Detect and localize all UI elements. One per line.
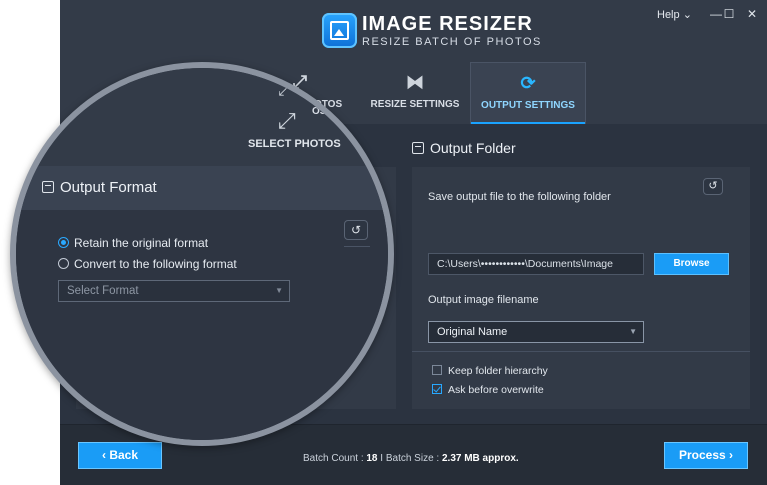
close-button[interactable]: ✕ bbox=[744, 6, 760, 22]
tab-label: OUTPUT SETTINGS bbox=[481, 100, 575, 111]
folder-export-icon bbox=[412, 142, 424, 154]
magnified-tab-select-photos[interactable]: SELECT PHOTOS bbox=[248, 138, 341, 150]
expand-arrows-icon: ⤢ bbox=[278, 108, 296, 133]
checkbox-icon bbox=[432, 365, 442, 375]
magnified-tab-fragment: OS bbox=[312, 106, 327, 117]
back-button[interactable]: ‹ Back bbox=[78, 442, 162, 469]
help-menu[interactable]: Help ⌄ bbox=[657, 8, 692, 21]
filename-value: Original Name bbox=[437, 326, 508, 338]
dropdown-caret-icon: ▼ bbox=[275, 286, 283, 295]
output-path-input[interactable]: C:\Users\••••••••••••\Documents\Image bbox=[428, 253, 644, 275]
convert-format-radio[interactable]: Convert to the following format bbox=[58, 257, 237, 271]
reset-icon: ↺ bbox=[708, 180, 718, 192]
output-folder-title: Output Folder bbox=[430, 140, 516, 156]
divider bbox=[344, 246, 370, 247]
folder-reset-button[interactable]: ↺ bbox=[703, 178, 723, 195]
save-folder-label: Save output file to the following folder bbox=[428, 191, 611, 203]
output-folder-panel: ↺ Save output file to the following fold… bbox=[412, 167, 750, 409]
checkbox-label: Keep folder hierarchy bbox=[448, 365, 548, 377]
format-select-placeholder: Select Format bbox=[67, 285, 139, 297]
radio-label: Convert to the following format bbox=[74, 257, 237, 271]
radio-label: Retain the original format bbox=[74, 236, 209, 250]
magnified-header bbox=[16, 68, 388, 178]
app-title: IMAGE RESIZER bbox=[362, 13, 533, 35]
batch-count-label: Batch Count : bbox=[303, 453, 367, 464]
checkbox-checked-icon bbox=[432, 384, 442, 394]
browse-button[interactable]: Browse bbox=[654, 253, 729, 275]
expand-arrows-icon: ⤢ bbox=[278, 82, 291, 99]
app-logo-icon bbox=[322, 13, 357, 48]
refresh-output-icon: ⟳ bbox=[520, 73, 536, 93]
maximize-button[interactable]: ☐ bbox=[721, 6, 737, 22]
batch-count-value: 18 bbox=[366, 453, 378, 464]
tab-output-settings[interactable]: ⟳ OUTPUT SETTINGS bbox=[470, 62, 586, 124]
chevron-down-icon: ⌄ bbox=[682, 9, 692, 21]
batch-info: Batch Count : 18 I Batch Size : 2.37 MB … bbox=[303, 453, 519, 464]
process-button[interactable]: Process › bbox=[664, 442, 748, 469]
retain-format-radio[interactable]: Retain the original format bbox=[58, 236, 208, 250]
batch-size-value: 2.37 MB approx. bbox=[441, 453, 519, 464]
batch-size-label: I Batch Size : bbox=[377, 453, 442, 464]
radio-selected-icon bbox=[58, 237, 69, 248]
filename-dropdown[interactable]: Original Name ▼ bbox=[428, 321, 644, 343]
help-label: Help bbox=[657, 9, 680, 21]
output-folder-header: Output Folder bbox=[412, 140, 516, 156]
format-export-icon bbox=[42, 181, 54, 193]
reset-icon: ↺ bbox=[350, 223, 362, 237]
divider bbox=[412, 351, 750, 352]
app-subtitle: RESIZE BATCH OF PHOTOS bbox=[362, 36, 542, 48]
format-reset-button[interactable]: ↺ bbox=[344, 220, 368, 240]
radio-icon bbox=[58, 258, 69, 269]
checkbox-label: Ask before overwrite bbox=[448, 384, 544, 396]
output-format-header: Output Format bbox=[42, 179, 157, 196]
output-format-title: Output Format bbox=[60, 179, 157, 196]
magnifier-overlay: ⤢ OS ⤢ SELECT PHOTOS Output Format ↺ Ret… bbox=[10, 62, 394, 446]
filename-label-text: Output image filename bbox=[428, 294, 539, 306]
ask-overwrite-checkbox[interactable]: Ask before overwrite bbox=[432, 384, 544, 396]
dropdown-caret-icon: ▼ bbox=[629, 327, 637, 336]
keep-hierarchy-checkbox[interactable]: Keep folder hierarchy bbox=[432, 365, 548, 377]
format-select[interactable]: Select Format ▼ bbox=[58, 280, 290, 302]
